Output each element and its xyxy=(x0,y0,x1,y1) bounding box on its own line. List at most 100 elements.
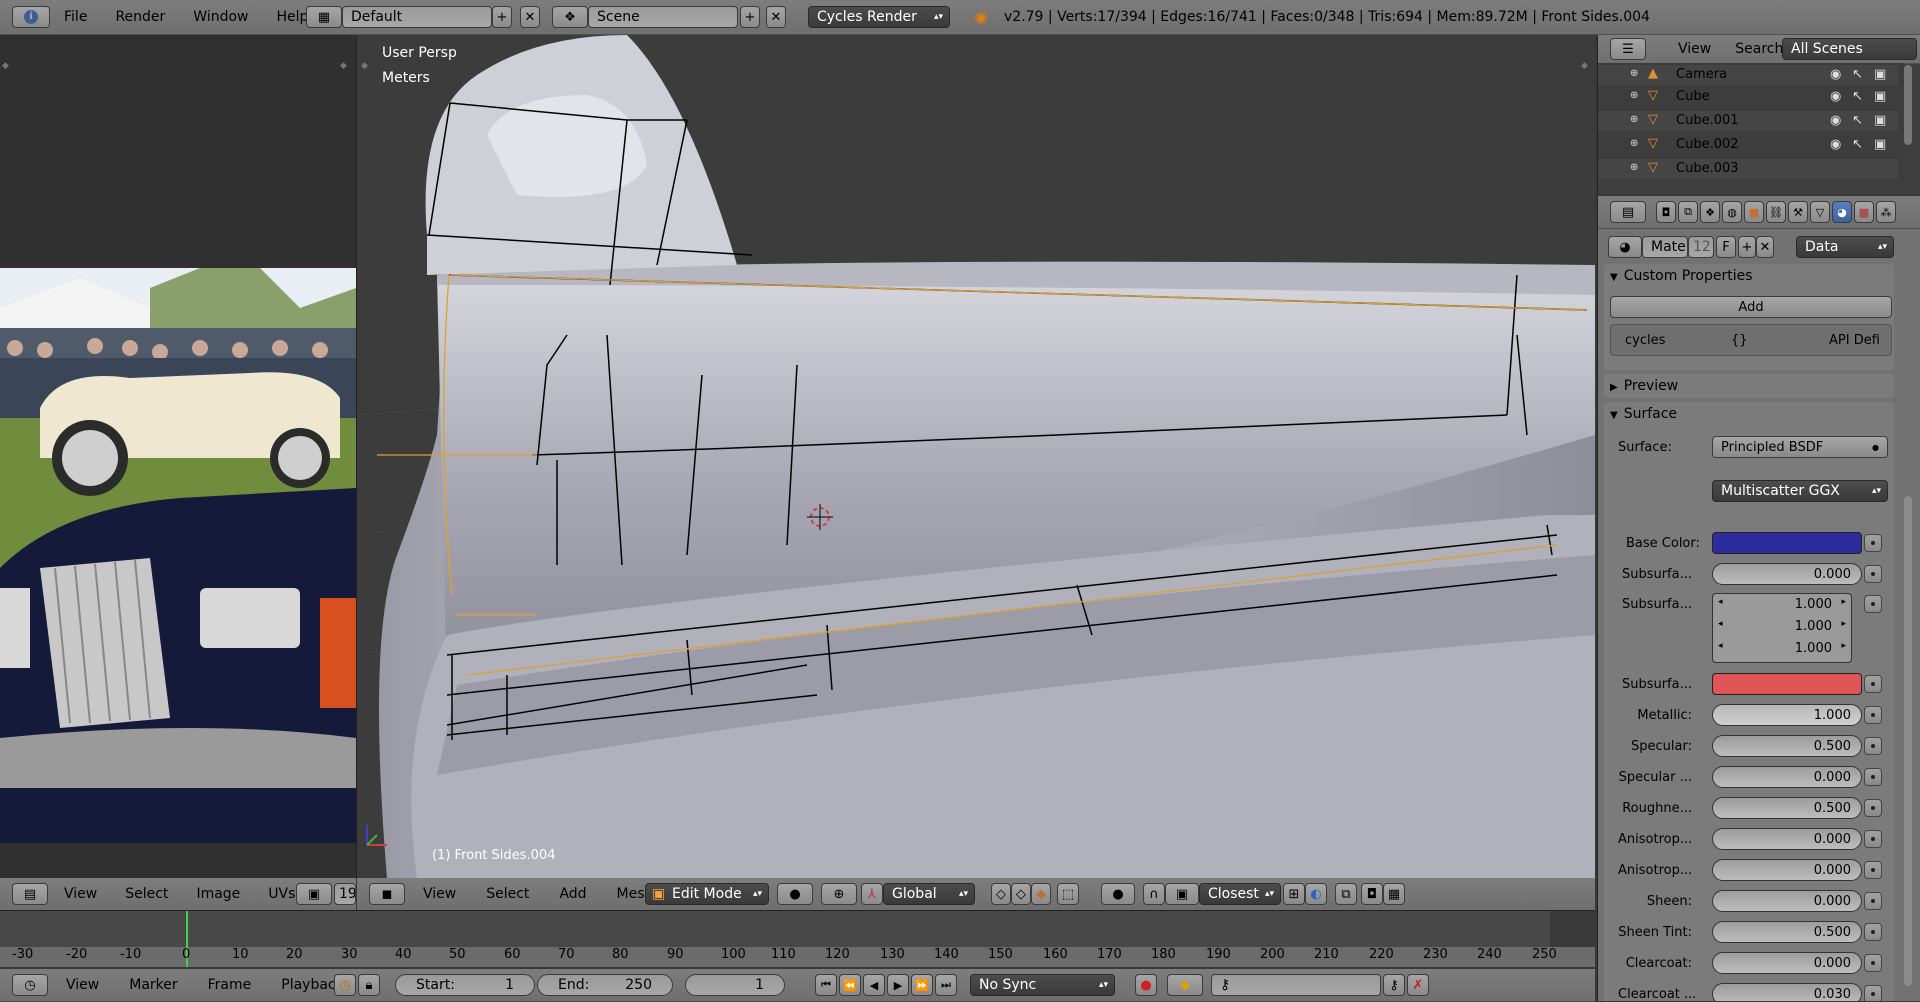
tab-particles[interactable]: ⁂ xyxy=(1876,201,1896,223)
surface-shader-button[interactable]: Principled BSDF ● xyxy=(1712,436,1888,458)
value-slider[interactable]: 0.000 xyxy=(1712,563,1862,585)
keying-set-field[interactable]: ⚷ xyxy=(1211,974,1381,996)
link-socket-button[interactable] xyxy=(1864,768,1882,786)
snap-element-button[interactable]: ▣ xyxy=(1165,883,1199,905)
vector-component-x[interactable]: ◂ 1.000 ▸ xyxy=(1714,595,1850,615)
end-frame-field[interactable]: End: 250 xyxy=(537,974,673,996)
menu-view[interactable]: View xyxy=(1678,41,1711,57)
menu-render[interactable]: Render xyxy=(115,9,165,25)
add-layout-button[interactable]: + xyxy=(492,6,512,28)
snap-toggle-button[interactable]: ∩ xyxy=(1143,883,1165,905)
base-color-link-button[interactable] xyxy=(1864,534,1882,552)
tab-texture[interactable]: ▩ xyxy=(1854,201,1874,223)
prev-keyframe-button[interactable]: ⏪ xyxy=(839,974,861,996)
play-button[interactable]: ▶ xyxy=(887,974,909,996)
image-name-field[interactable]: 19 xyxy=(334,883,356,905)
editor-type-3d-button[interactable]: ◼ xyxy=(369,883,405,905)
add-property-button[interactable]: Add xyxy=(1610,296,1892,318)
preview-range-button[interactable]: ◷ xyxy=(334,974,356,996)
render-animation-button[interactable]: ▦ xyxy=(1383,883,1405,905)
record-button[interactable]: ● xyxy=(1135,974,1157,996)
viewport-3d[interactable]: User Persp Meters (1) Front Sides.004 ◆ … xyxy=(357,35,1595,878)
roughness-slider[interactable]: 0.500 xyxy=(1712,797,1862,819)
tab-render-layers[interactable]: ⧉ xyxy=(1678,201,1698,223)
edge-select-button[interactable]: ◇ xyxy=(1011,883,1031,905)
manipulator-button[interactable]: ⅄ xyxy=(861,883,883,905)
new-material-button[interactable]: + xyxy=(1738,236,1756,258)
scene-name-field[interactable]: Scene xyxy=(588,6,738,28)
outliner-item[interactable]: ⊕ ▲ Camera ◉ ↖ ▣ xyxy=(1598,65,1898,85)
surface-header[interactable]: ▼ Surface xyxy=(1610,406,1895,428)
distribution-select[interactable]: Multiscatter GGX ▴▾ xyxy=(1712,480,1888,502)
outliner-item[interactable]: ⊕ ▽ Cube.002 ◉ ↖ ▣ xyxy=(1598,135,1898,155)
properties-scrollbar[interactable] xyxy=(1904,496,1912,986)
mode-select[interactable]: ▣ Edit Mode ▴▾ xyxy=(645,883,769,905)
menu-file[interactable]: File xyxy=(64,9,87,25)
custom-properties-header[interactable]: ▼ Custom Properties xyxy=(1610,268,1895,290)
menu-select[interactable]: Select xyxy=(125,886,168,902)
screen-layout-button[interactable]: ▦ xyxy=(306,6,342,28)
link-socket-button[interactable] xyxy=(1864,892,1882,910)
snap-options-button[interactable]: ⊞ xyxy=(1283,883,1305,905)
occlude-geometry-button[interactable]: ⬚ xyxy=(1057,883,1079,905)
cursor-icon[interactable]: ↖ xyxy=(1852,67,1863,82)
layout-name-field[interactable]: Default xyxy=(342,6,492,28)
menu-view[interactable]: View xyxy=(66,977,99,993)
clearcoat-slider[interactable]: 0.000 xyxy=(1712,952,1862,974)
shading-button[interactable]: ● xyxy=(777,883,813,905)
menu-view[interactable]: View xyxy=(423,886,456,902)
menu-add[interactable]: Add xyxy=(559,886,586,902)
insert-keyframe-button[interactable]: ⚷ xyxy=(1383,974,1405,996)
menu-search[interactable]: Search xyxy=(1735,41,1783,57)
material-link-select[interactable]: Data ▴▾ xyxy=(1796,236,1894,258)
orientation-select[interactable]: Global ▴▾ xyxy=(883,883,975,905)
snap-target-select[interactable]: Closest ▴▾ xyxy=(1199,883,1281,905)
area-corner-icon[interactable]: ◆ xyxy=(361,61,368,71)
editor-type-image-button[interactable]: ▤ xyxy=(12,883,48,905)
pivot-button[interactable]: ⊕ xyxy=(821,883,857,905)
outliner-item[interactable]: ⊕ ▽ Cube.003 xyxy=(1598,159,1898,179)
specular-slider[interactable]: 0.500 xyxy=(1712,735,1862,757)
next-keyframe-button[interactable]: ⏩ xyxy=(911,974,933,996)
remove-layout-button[interactable]: ✕ xyxy=(520,6,540,28)
material-users-count[interactable]: 12 xyxy=(1688,236,1714,258)
link-socket-button[interactable] xyxy=(1864,565,1882,583)
material-browse-button[interactable]: ◕ xyxy=(1608,236,1642,258)
vector-component-z[interactable]: ◂ 1.000 ▸ xyxy=(1714,639,1850,659)
material-name-field[interactable]: Mate xyxy=(1642,236,1688,258)
link-socket-button[interactable] xyxy=(1864,706,1882,724)
cursor-icon[interactable]: ↖ xyxy=(1852,89,1863,104)
clearcoat-roughness-slider[interactable]: 0.030 xyxy=(1712,983,1862,1001)
scene-selector-button[interactable]: ❖ xyxy=(552,6,588,28)
base-color-swatch[interactable] xyxy=(1712,532,1862,554)
subsurface-color-swatch[interactable] xyxy=(1712,673,1862,695)
expand-icon[interactable]: ⊕ xyxy=(1630,114,1638,125)
link-socket-button[interactable] xyxy=(1864,954,1882,972)
expand-icon[interactable]: ⊕ xyxy=(1630,90,1638,101)
unlink-material-button[interactable]: ✕ xyxy=(1756,236,1774,258)
menu-image[interactable]: Image xyxy=(196,886,240,902)
cursor-icon[interactable]: ↖ xyxy=(1852,113,1863,128)
jump-start-button[interactable]: ⏮ xyxy=(815,974,837,996)
render-icon[interactable]: ▣ xyxy=(1874,113,1886,128)
tab-world[interactable]: ◍ xyxy=(1722,201,1742,223)
link-socket-button[interactable] xyxy=(1864,737,1882,755)
area-corner-right-icon[interactable]: ◆ xyxy=(340,61,347,71)
link-socket-button[interactable] xyxy=(1864,861,1882,879)
visibility-icon[interactable]: ◉ xyxy=(1830,67,1841,82)
vector-component-y[interactable]: ◂ 1.000 ▸ xyxy=(1714,617,1850,637)
visibility-icon[interactable]: ◉ xyxy=(1830,89,1841,104)
anisotropic-rotation-slider[interactable]: 0.000 xyxy=(1712,859,1862,881)
menu-help[interactable]: Help xyxy=(276,9,308,25)
link-socket-button[interactable] xyxy=(1864,830,1882,848)
outliner-item[interactable]: ⊕ ▽ Cube ◉ ↖ ▣ xyxy=(1598,87,1898,107)
tab-modifiers[interactable]: ⚒ xyxy=(1788,201,1808,223)
menu-window[interactable]: Window xyxy=(193,9,248,25)
tab-data[interactable]: ▽ xyxy=(1810,201,1830,223)
play-reverse-button[interactable]: ◀ xyxy=(863,974,885,996)
tab-constraints[interactable]: ⛓ xyxy=(1766,201,1786,223)
outliner-scrollbar[interactable] xyxy=(1904,65,1912,145)
link-socket-button[interactable] xyxy=(1864,923,1882,941)
visibility-icon[interactable]: ◉ xyxy=(1830,137,1841,152)
editor-type-info-button[interactable]: i xyxy=(12,6,50,28)
